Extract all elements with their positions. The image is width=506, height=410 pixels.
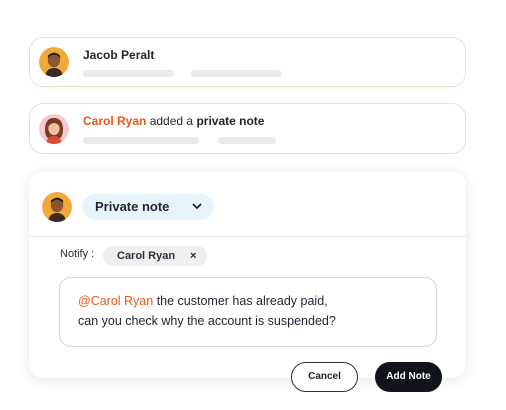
- close-icon[interactable]: ×: [190, 250, 196, 262]
- placeholder-bar: [83, 137, 199, 144]
- activity-title: Jacob Peralt: [83, 48, 154, 62]
- avatar-carol-icon: [39, 114, 69, 144]
- note-type-dropdown[interactable]: Private note: [82, 194, 214, 220]
- cancel-button[interactable]: Cancel: [291, 362, 358, 392]
- notify-label: Notify :: [60, 248, 95, 260]
- add-note-button[interactable]: Add Note: [375, 362, 442, 392]
- placeholder-bar: [83, 70, 174, 77]
- mention-chip-label: Carol Ryan: [117, 250, 176, 262]
- activity-card-carol: Carol Ryan added a private note: [29, 103, 466, 154]
- note-composer: Private note Notify : Carol Ryan × @Caro…: [29, 172, 466, 378]
- activity-name: Carol Ryan: [83, 114, 147, 128]
- note-text: @Carol Ryan the customer has already pai…: [78, 291, 428, 331]
- divider: [29, 236, 466, 237]
- note-type-label: Private note: [95, 199, 170, 214]
- activity-title: Carol Ryan added a private note: [83, 114, 264, 128]
- avatar-jacob-icon: [39, 47, 69, 77]
- avatar-jacob-icon: [42, 192, 72, 222]
- note-text-line2: can you check why the account is suspend…: [78, 314, 336, 328]
- chevron-down-icon: [190, 199, 204, 213]
- placeholder-bar: [191, 70, 282, 77]
- note-input[interactable]: @Carol Ryan the customer has already pai…: [59, 277, 437, 347]
- note-text-line1: the customer has already paid,: [153, 294, 328, 308]
- activity-name: Jacob Peralt: [83, 48, 155, 62]
- mention-chip: Carol Ryan ×: [103, 246, 207, 266]
- activity-action: added a: [149, 114, 194, 128]
- placeholder-bar: [218, 137, 276, 144]
- activity-card-jacob: Jacob Peralt: [29, 37, 466, 87]
- activity-object: private note: [196, 114, 265, 128]
- mention-text: @Carol Ryan: [78, 294, 154, 308]
